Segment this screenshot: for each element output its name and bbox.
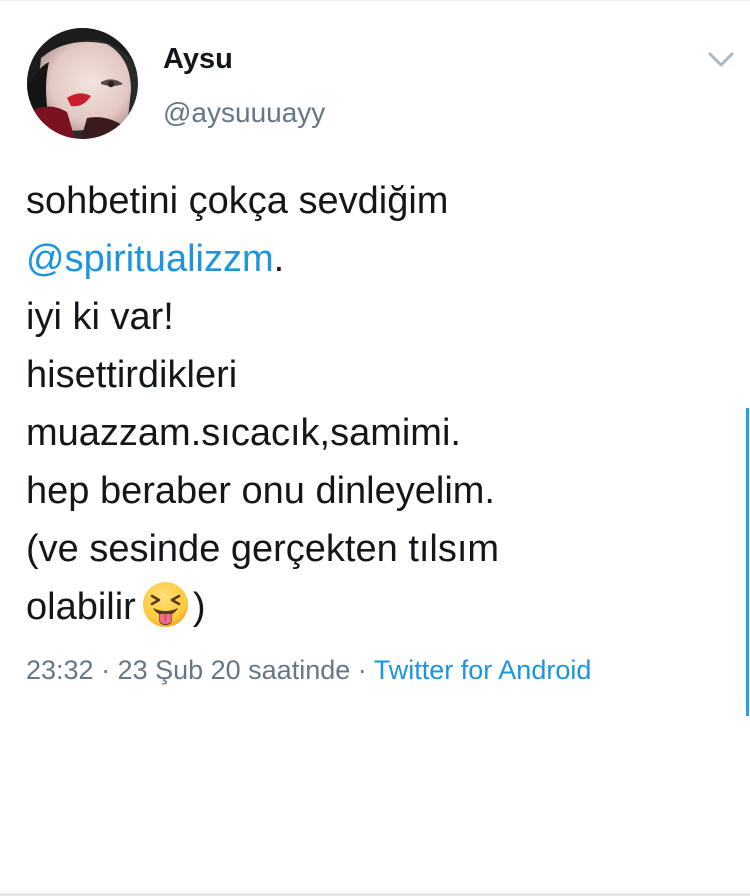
timestamp[interactable]: 23:32 · 23 Şub 20 saatinde ·	[26, 655, 374, 685]
scroll-indicator[interactable]	[746, 408, 749, 716]
tweet-detail: Aysu @aysuuuayy sohbetini çokça sevdiğim…	[0, 0, 750, 896]
tweet-line-mention: @spiritualizzm.	[26, 230, 726, 288]
chevron-down-icon[interactable]	[704, 44, 738, 74]
tweet-line: hisettirdikleri	[26, 354, 238, 396]
tweet-line: sohbetini çokça sevdiğim	[26, 180, 449, 222]
tweet-text-segment: olabilir	[26, 586, 136, 628]
avatar[interactable]	[27, 28, 138, 139]
mention-suffix: .	[273, 238, 285, 280]
source-link[interactable]: Twitter for Android	[374, 655, 592, 685]
tweet-line: hep beraber onu dinleyelim.	[26, 470, 495, 512]
tweet-line: muazzam.sıcacık,samimi.	[26, 412, 461, 454]
top-divider	[0, 0, 750, 1]
display-name[interactable]: Aysu	[163, 41, 233, 77]
tweet-text: sohbetini çokça sevdiğim @spiritualizzm.…	[26, 172, 726, 636]
tweet-line: (ve sesinde gerçekten tılsım	[26, 528, 500, 570]
squinting-face-with-tongue-icon	[142, 581, 189, 628]
mention-link[interactable]: @spiritualizzm	[26, 238, 274, 280]
tweet-line-emoji: olabilir )	[26, 578, 726, 636]
user-handle[interactable]: @aysuuuayy	[163, 95, 325, 131]
tweet-line: iyi ki var!	[26, 296, 174, 338]
tweet-meta: 23:32 · 23 Şub 20 saatinde · Twitter for…	[26, 652, 591, 688]
tweet-text-segment: )	[192, 586, 206, 628]
